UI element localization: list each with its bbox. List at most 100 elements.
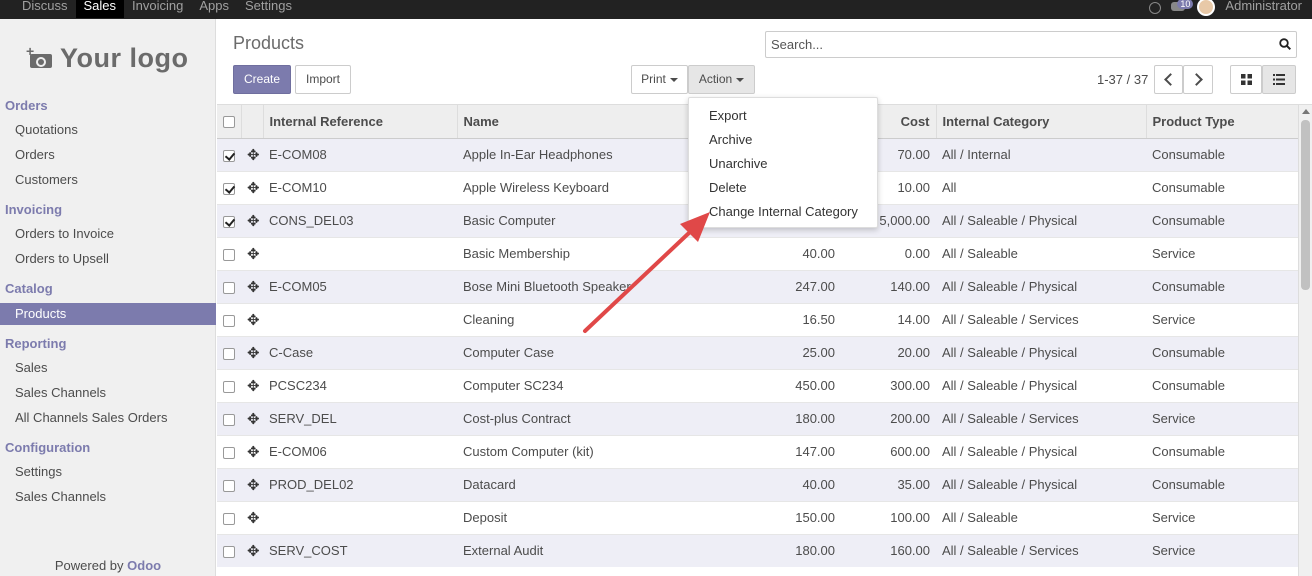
row-checkbox[interactable] — [223, 215, 235, 228]
menu-item-change-internal-category[interactable]: Change Internal Category — [689, 200, 877, 224]
sidebar-section-reporting[interactable]: Reporting — [0, 334, 216, 358]
menu-item-delete[interactable]: Delete — [689, 176, 877, 200]
drag-handle-icon[interactable]: ✥ — [247, 477, 260, 494]
row-checkbox[interactable] — [223, 545, 235, 558]
activity-clock-icon[interactable] — [1149, 1, 1162, 14]
user-avatar[interactable] — [1197, 0, 1216, 16]
company-logo[interactable]: + Your logo — [26, 43, 188, 74]
chat-icon[interactable]: 10 — [1171, 0, 1194, 13]
drag-handle-icon[interactable]: ✥ — [247, 411, 260, 428]
cell-cost: 35.00 — [841, 467, 936, 501]
table-row[interactable]: ✥ Basic Membership 40.00 0.00 All / Saleable… — [217, 236, 1298, 270]
table-row[interactable]: ✥ PROD_DEL02 Datacard 40.00 35.00 All / Salea… — [217, 467, 1298, 501]
drag-handle-icon[interactable]: ✥ — [247, 180, 260, 197]
row-checkbox[interactable] — [223, 479, 235, 492]
scrollbar-thumb[interactable] — [1301, 120, 1310, 290]
column-header-internal-reference[interactable]: Internal Reference — [263, 105, 458, 139]
sidebar-item-sales-channels[interactable]: Sales Channels — [0, 383, 216, 408]
scroll-up-arrow-icon[interactable] — [1302, 109, 1310, 114]
drag-handle-icon[interactable]: ✥ — [247, 246, 260, 263]
sidebar-item-orders-to-upsell[interactable]: Orders to Upsell — [0, 249, 216, 274]
search-icon[interactable] — [1279, 38, 1291, 50]
row-checkbox[interactable] — [223, 281, 235, 294]
sidebar-item-settings[interactable]: Settings — [0, 462, 216, 487]
drag-handle-icon[interactable]: ✥ — [247, 213, 260, 230]
table-row[interactable]: ✥ E-COM06 Custom Computer (kit) 147.00 600.0… — [217, 434, 1298, 468]
user-menu[interactable]: Administrator — [1225, 0, 1302, 16]
import-button[interactable]: Import — [295, 65, 351, 94]
sidebar-item-all-channels-sales-orders[interactable]: All Channels Sales Orders — [0, 408, 216, 433]
table-row[interactable]: ✥ SERV_DEL Cost-plus Contract 180.00 200.00 A… — [217, 401, 1298, 435]
row-checkbox[interactable] — [223, 314, 235, 327]
drag-handle-icon[interactable]: ✥ — [247, 279, 260, 296]
row-checkbox[interactable] — [223, 446, 235, 459]
row-handle-cell: ✥ — [241, 236, 263, 270]
row-checkbox[interactable] — [223, 380, 235, 393]
search-input[interactable] — [766, 32, 1266, 57]
sidebar-item-customers[interactable]: Customers — [0, 170, 216, 195]
drag-handle-icon[interactable]: ✥ — [247, 543, 260, 560]
table-row[interactable]: ✥ Cleaning 16.50 14.00 All / Saleable / Serv… — [217, 302, 1298, 336]
drag-handle-icon[interactable]: ✥ — [247, 444, 260, 461]
cell-name: External Audit — [457, 533, 688, 567]
sidebar-section-invoicing[interactable]: Invoicing — [0, 200, 216, 224]
create-button[interactable]: Create — [233, 65, 291, 94]
top-menu-apps[interactable]: Apps — [191, 0, 237, 18]
print-button[interactable]: Print — [631, 65, 688, 94]
pager-previous-button[interactable] — [1154, 65, 1183, 94]
menu-item-unarchive[interactable]: Unarchive — [689, 152, 877, 176]
drag-handle-icon[interactable]: ✥ — [247, 378, 260, 395]
sidebar-item-products[interactable]: Products — [0, 303, 216, 325]
row-checkbox[interactable] — [223, 413, 235, 426]
column-header-name[interactable]: Name — [457, 105, 689, 139]
row-select-cell — [217, 236, 241, 270]
drag-handle-icon[interactable]: ✥ — [247, 510, 260, 527]
sidebar-item-orders-to-invoice[interactable]: Orders to Invoice — [0, 224, 216, 249]
vertical-scrollbar[interactable] — [1298, 105, 1312, 576]
row-checkbox[interactable] — [223, 182, 235, 195]
row-checkbox[interactable] — [223, 149, 235, 162]
row-checkbox[interactable] — [223, 248, 235, 261]
pager-next-button[interactable] — [1183, 65, 1213, 94]
action-button[interactable]: Action — [688, 65, 755, 94]
kanban-view-button[interactable] — [1230, 65, 1262, 94]
table-row[interactable]: ✥ SERV_COST External Audit 180.00 160.00 All … — [217, 533, 1298, 567]
print-label: Print — [641, 72, 666, 86]
row-checkbox[interactable] — [223, 347, 235, 360]
sidebar-section-catalog[interactable]: Catalog — [0, 279, 216, 303]
cell-ref: SERV_COST — [263, 533, 457, 567]
cell-price: 450.00 — [688, 368, 841, 402]
table-row[interactable]: ✥ C-Case Computer Case 25.00 20.00 All / Sale… — [217, 335, 1298, 369]
table-row[interactable]: ✥ E-COM05 Bose Mini Bluetooth Speaker 247.0… — [217, 269, 1298, 303]
top-menu-sales[interactable]: Sales — [75, 0, 125, 18]
list-view-button[interactable] — [1262, 65, 1296, 94]
column-header-internal-category[interactable]: Internal Category — [936, 105, 1147, 139]
cell-ref: E-COM10 — [263, 170, 457, 204]
top-menu-settings[interactable]: Settings — [237, 0, 300, 18]
table-row[interactable]: ✥ PCSC234 Computer SC234 450.00 300.00 All / … — [217, 368, 1298, 402]
menu-item-archive[interactable]: Archive — [689, 128, 877, 152]
sidebar: + Your logo Orders Quotations Orders Custom… — [0, 19, 216, 576]
menu-item-export[interactable]: Export — [689, 104, 877, 128]
sidebar-item-sales-channels[interactable]: Sales Channels — [0, 487, 216, 512]
sidebar-item-quotations[interactable]: Quotations — [0, 120, 216, 145]
row-checkbox[interactable] — [223, 512, 235, 525]
sidebar-item-orders[interactable]: Orders — [0, 145, 216, 170]
cell-category: All / Saleable / Physical — [936, 434, 1146, 468]
sidebar-item-sales[interactable]: Sales — [0, 358, 216, 383]
cell-type: Service — [1146, 500, 1298, 534]
cell-cost: 200.00 — [841, 401, 936, 435]
sidebar-section-orders[interactable]: Orders — [0, 96, 216, 120]
top-menu-discuss[interactable]: Discuss — [14, 0, 76, 18]
row-handle-cell: ✥ — [241, 434, 263, 468]
drag-handle-icon[interactable]: ✥ — [247, 345, 260, 362]
top-menu-invoicing[interactable]: Invoicing — [124, 0, 191, 18]
select-all-checkbox[interactable] — [223, 116, 235, 129]
cell-cost: 0.00 — [841, 236, 936, 270]
odoo-link[interactable]: Odoo — [127, 558, 161, 573]
drag-handle-icon[interactable]: ✥ — [247, 312, 260, 329]
sidebar-section-configuration[interactable]: Configuration — [0, 438, 216, 462]
drag-handle-icon[interactable]: ✥ — [247, 147, 260, 164]
column-header-product-type[interactable]: Product Type — [1146, 105, 1298, 139]
table-row[interactable]: ✥ Deposit 150.00 100.00 All / Saleable Servic… — [217, 500, 1298, 534]
